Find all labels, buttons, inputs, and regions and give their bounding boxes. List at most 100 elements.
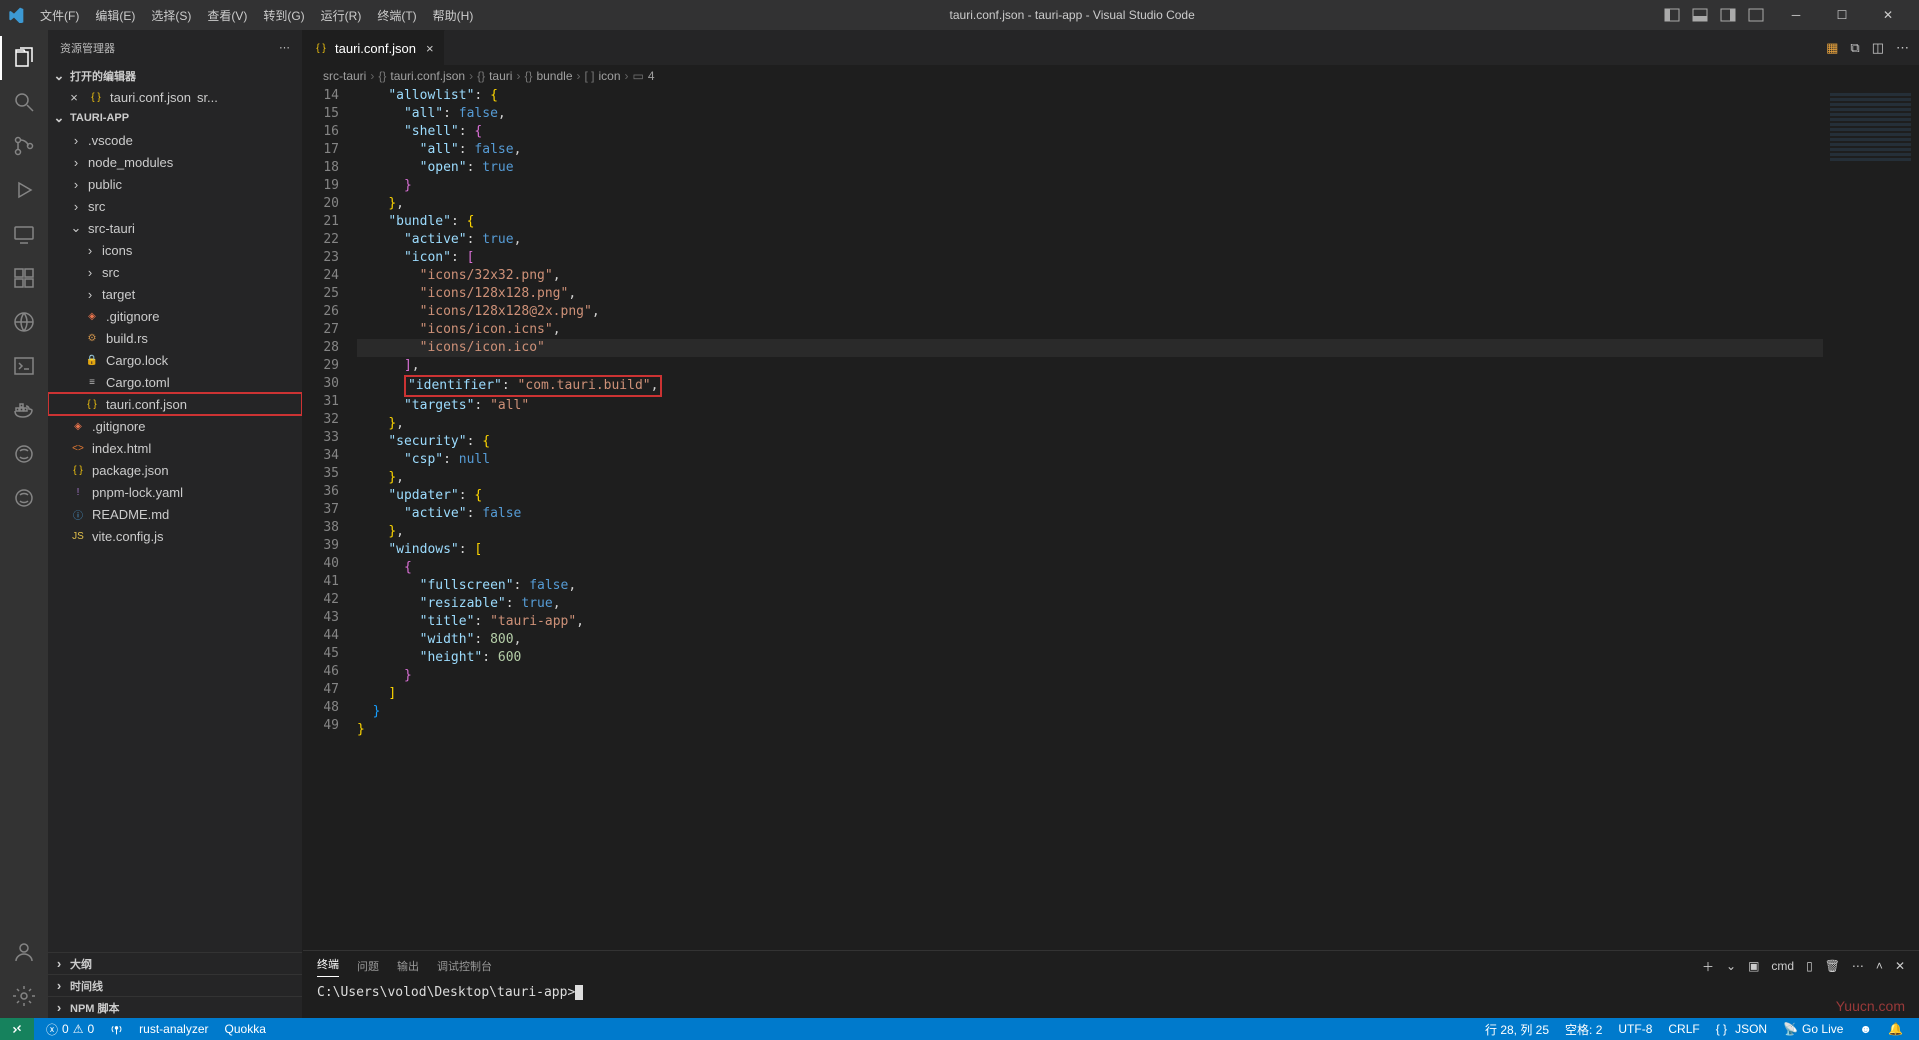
breadcrumbs[interactable]: src-tauri›{} tauri.conf.json›{} tauri›{}… — [303, 65, 1919, 87]
panel-tab-debug-console[interactable]: 调试控制台 — [437, 958, 492, 974]
menu-item[interactable]: 转到(G) — [255, 7, 312, 24]
file-item[interactable]: ◈.gitignore — [48, 305, 302, 327]
file-item[interactable]: JSvite.config.js — [48, 525, 302, 547]
remote-explorer-icon[interactable] — [0, 212, 48, 256]
sidebar-more-icon[interactable]: ⋯ — [279, 41, 290, 54]
editor-tab[interactable]: tauri.conf.json × — [303, 30, 445, 65]
split-compare-icon[interactable]: ⧉ — [1850, 40, 1859, 56]
tab-close-icon[interactable]: × — [426, 41, 434, 56]
file-item[interactable]: !pnpm-lock.yaml — [48, 481, 302, 503]
npm-scripts-section[interactable]: ›NPM 脚本 — [48, 996, 302, 1018]
panel-tab-problems[interactable]: 问题 — [357, 958, 379, 974]
file-item[interactable]: ⓘREADME.md — [48, 503, 302, 525]
account-icon[interactable] — [0, 930, 48, 974]
folder-item[interactable]: ›public — [48, 173, 302, 195]
breadcrumb-segment[interactable]: icon — [599, 69, 621, 83]
folder-item[interactable]: ›node_modules — [48, 151, 302, 173]
explorer-icon[interactable] — [0, 36, 48, 80]
folder-item[interactable]: ›src — [48, 261, 302, 283]
status-indentation[interactable]: 空格: 2 — [1557, 1021, 1610, 1038]
panel-tab-output[interactable]: 输出 — [397, 958, 419, 974]
status-encoding[interactable]: UTF-8 — [1610, 1022, 1660, 1036]
panel-tab-terminal[interactable]: 终端 — [317, 956, 339, 977]
layout-panel-right-icon[interactable] — [1719, 6, 1737, 24]
folder-item[interactable]: ›target — [48, 283, 302, 305]
window-maximize-button[interactable]: ☐ — [1819, 0, 1865, 30]
terminal-panel-icon[interactable] — [0, 344, 48, 388]
folder-item[interactable]: ›icons — [48, 239, 302, 261]
editor-more-icon[interactable]: ⋯ — [1896, 40, 1909, 56]
docker-icon[interactable] — [0, 388, 48, 432]
status-go-live[interactable]: 📡Go Live — [1775, 1022, 1851, 1036]
layout-panel-left-icon[interactable] — [1663, 6, 1681, 24]
extensions-icon[interactable] — [0, 256, 48, 300]
run-file-icon[interactable]: ▦ — [1826, 40, 1838, 56]
line-number-gutter: 1415161718192021222324252627282930313233… — [303, 87, 357, 950]
breadcrumb-segment[interactable]: 4 — [648, 69, 655, 83]
split-editor-icon[interactable]: ◫ — [1872, 40, 1884, 56]
status-language[interactable]: { }JSON — [1708, 1022, 1775, 1036]
panel-more-icon[interactable]: ⋯ — [1852, 959, 1864, 973]
breadcrumb-segment[interactable]: src-tauri — [323, 69, 366, 83]
file-item[interactable]: ⚙build.rs — [48, 327, 302, 349]
live-preview-icon[interactable] — [0, 300, 48, 344]
folder-item[interactable]: ⌄src-tauri — [48, 217, 302, 239]
open-editors-header[interactable]: ⌄打开的编辑器 — [48, 65, 302, 87]
menu-item[interactable]: 运行(R) — [313, 7, 370, 24]
split-terminal-icon[interactable]: ▯ — [1806, 959, 1813, 973]
terminal[interactable]: C:\Users\volod\Desktop\tauri-app> — [303, 981, 1919, 1018]
json-file-icon: { } — [84, 396, 100, 412]
status-eol[interactable]: CRLF — [1660, 1022, 1707, 1036]
menu-item[interactable]: 选择(S) — [143, 7, 199, 24]
status-rust-analyzer[interactable]: rust-analyzer — [131, 1022, 216, 1036]
status-quokka[interactable]: Quokka — [217, 1022, 274, 1036]
project-header[interactable]: ⌄TAURI-APP — [48, 107, 302, 129]
window-close-button[interactable]: ✕ — [1865, 0, 1911, 30]
file-item[interactable]: { }tauri.conf.json — [48, 393, 302, 415]
settings-gear-icon[interactable] — [0, 974, 48, 1018]
code-editor[interactable]: "allowlist": { "all": false, "shell": { … — [357, 87, 1823, 950]
layout-customize-icon[interactable] — [1747, 6, 1765, 24]
outline-section[interactable]: ›大纲 — [48, 952, 302, 974]
file-item[interactable]: ≡Cargo.toml — [48, 371, 302, 393]
remote-indicator-icon[interactable] — [0, 1018, 34, 1040]
new-terminal-icon[interactable]: ＋ — [1702, 958, 1714, 975]
close-icon[interactable]: × — [66, 90, 82, 105]
window-minimize-button[interactable]: ─ — [1773, 0, 1819, 30]
terminal-dropdown-icon[interactable]: ⌄ — [1726, 959, 1736, 973]
file-item[interactable]: <>index.html — [48, 437, 302, 459]
sidebar-title: 资源管理器 — [60, 40, 115, 56]
status-notifications-icon[interactable]: 🔔 — [1880, 1022, 1911, 1036]
codegpt2-icon[interactable] — [0, 476, 48, 520]
json-file-icon — [88, 89, 104, 105]
minimap[interactable] — [1823, 87, 1919, 950]
codegpt1-icon[interactable] — [0, 432, 48, 476]
folder-item[interactable]: ›.vscode — [48, 129, 302, 151]
breadcrumb-segment[interactable]: tauri.conf.json — [390, 69, 465, 83]
timeline-section[interactable]: ›时间线 — [48, 974, 302, 996]
file-item[interactable]: { }package.json — [48, 459, 302, 481]
panel-maximize-icon[interactable]: ˄ — [1876, 959, 1883, 973]
file-item[interactable]: 🔒Cargo.lock — [48, 349, 302, 371]
menu-item[interactable]: 帮助(H) — [425, 7, 482, 24]
search-icon[interactable] — [0, 80, 48, 124]
folder-item[interactable]: ›src — [48, 195, 302, 217]
menu-item[interactable]: 文件(F) — [32, 7, 87, 24]
file-item[interactable]: ◈.gitignore — [48, 415, 302, 437]
menu-item[interactable]: 终端(T) — [369, 7, 424, 24]
menu-item[interactable]: 查看(V) — [199, 7, 255, 24]
status-cursor-position[interactable]: 行 28, 列 25 — [1477, 1021, 1557, 1038]
panel-close-icon[interactable]: ✕ — [1895, 959, 1905, 973]
status-feedback-icon[interactable]: ☻ — [1851, 1022, 1880, 1036]
open-editor-item[interactable]: × tauri.conf.json sr... — [48, 87, 302, 107]
breadcrumb-segment[interactable]: tauri — [489, 69, 512, 83]
status-radio-tower-icon[interactable] — [102, 1023, 131, 1036]
source-control-icon[interactable] — [0, 124, 48, 168]
terminal-shell-label: cmd — [1771, 959, 1794, 973]
menu-item[interactable]: 编辑(E) — [87, 7, 143, 24]
breadcrumb-segment[interactable]: bundle — [536, 69, 572, 83]
status-errors[interactable]: ⓧ0 ⚠0 — [38, 1021, 102, 1038]
layout-panel-bottom-icon[interactable] — [1691, 6, 1709, 24]
run-debug-icon[interactable] — [0, 168, 48, 212]
kill-terminal-icon[interactable]: 🗑 — [1825, 959, 1840, 973]
